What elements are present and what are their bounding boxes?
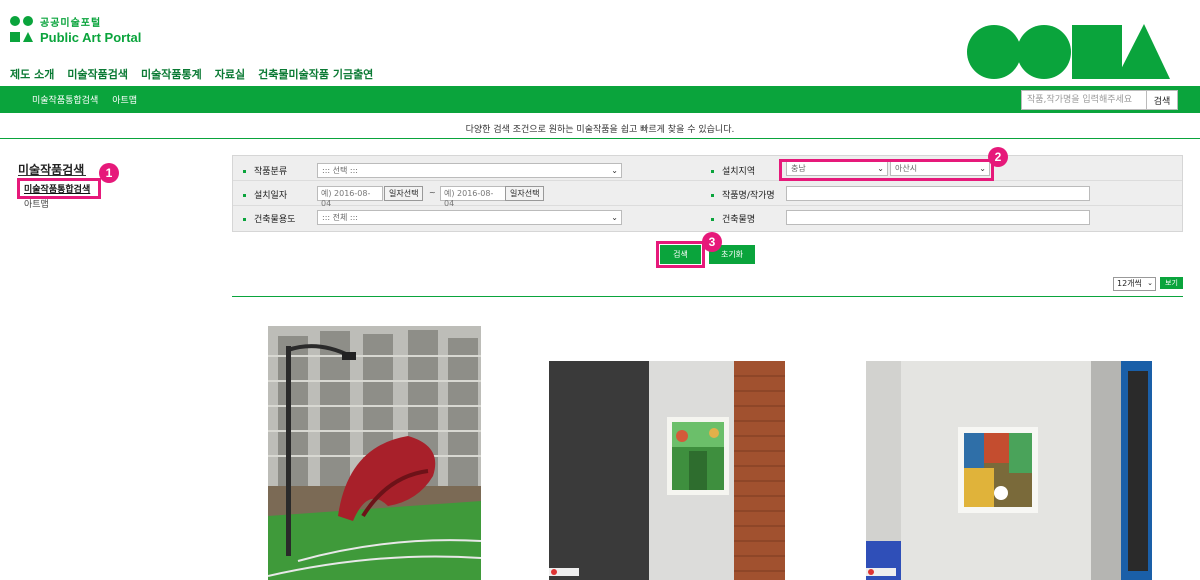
building-label: 건축물명 xyxy=(711,212,755,225)
logo-korean: 공공미술포털 xyxy=(40,17,102,29)
per-page-value: 12개씩 xyxy=(1117,279,1142,288)
usage-label: 건축물용도 xyxy=(243,212,295,225)
sidebar-title-underline xyxy=(18,175,86,176)
step-badge-3: 3 xyxy=(702,232,722,252)
divider xyxy=(0,138,1200,139)
site-logo[interactable]: 공공미술포털 Public Art Portal xyxy=(10,14,142,45)
date-to-input[interactable]: 예) 2016-08-04 xyxy=(440,186,506,208)
step-badge-1: 1 xyxy=(99,163,119,183)
date-from-button[interactable]: 일자선택 xyxy=(384,186,424,201)
sub-item-artmap[interactable]: 아트맵 xyxy=(112,93,137,106)
date-label: 설치일자 xyxy=(243,188,287,201)
category-label: 작품분류 xyxy=(243,164,287,177)
step-badge-2: 2 xyxy=(988,147,1008,167)
region-label: 설치지역 xyxy=(711,164,755,177)
view-button[interactable]: 보기 xyxy=(1160,277,1183,289)
header-search-button[interactable]: 검색 xyxy=(1147,90,1178,110)
search-form: 작품분류 ::: 선택 ::: ⌄ 설치지역 충남 ⌄ 아산시 ⌄ 설치일자 예… xyxy=(232,155,1183,232)
date-from-input[interactable]: 예) 2016-08-04 xyxy=(317,186,383,208)
highlight-box-3 xyxy=(656,241,705,268)
header-search-input[interactable] xyxy=(1021,90,1147,110)
chevron-down-icon: ⌄ xyxy=(1147,279,1153,287)
artwork-thumbnail[interactable] xyxy=(866,361,1152,580)
category-select[interactable]: ::: 선택 ::: ⌄ xyxy=(317,163,622,178)
highlight-box-1 xyxy=(17,178,101,199)
intro-text: 다양한 검색 조건으로 원하는 미술작품을 쉽고 빠르게 찾을 수 있습니다. xyxy=(465,125,735,135)
logo-shapes-icon xyxy=(10,32,34,42)
category-select-value: ::: 선택 ::: xyxy=(322,166,358,175)
artwork-thumbnail[interactable] xyxy=(549,361,785,580)
logo-dots-icon xyxy=(10,16,34,26)
chevron-down-icon: ⌄ xyxy=(611,213,618,222)
highlight-box-2 xyxy=(779,159,994,181)
per-page-select[interactable]: 12개씩 ⌄ xyxy=(1113,277,1156,291)
sub-item-integrated-search[interactable]: 미술작품통합검색 xyxy=(32,93,98,106)
usage-select-value: ::: 전체 ::: xyxy=(322,213,358,222)
title-artist-input[interactable] xyxy=(786,186,1090,201)
sub-nav-bar: 미술작품통합검색 아트맵 검색 xyxy=(0,86,1200,113)
list-divider xyxy=(232,296,1183,297)
usage-select[interactable]: ::: 전체 ::: ⌄ xyxy=(317,210,622,225)
chevron-down-icon: ⌄ xyxy=(611,166,618,175)
logo-english: Public Art Portal xyxy=(40,29,142,45)
building-input[interactable] xyxy=(786,210,1090,225)
title-artist-label: 작품명/작가명 xyxy=(711,188,775,201)
artwork-thumbnail[interactable] xyxy=(268,326,481,580)
date-to-button[interactable]: 일자선택 xyxy=(505,186,545,201)
brand-graphic-icon xyxy=(967,24,1170,79)
header-search: 검색 xyxy=(1021,90,1178,110)
date-separator: ~ xyxy=(429,188,436,197)
